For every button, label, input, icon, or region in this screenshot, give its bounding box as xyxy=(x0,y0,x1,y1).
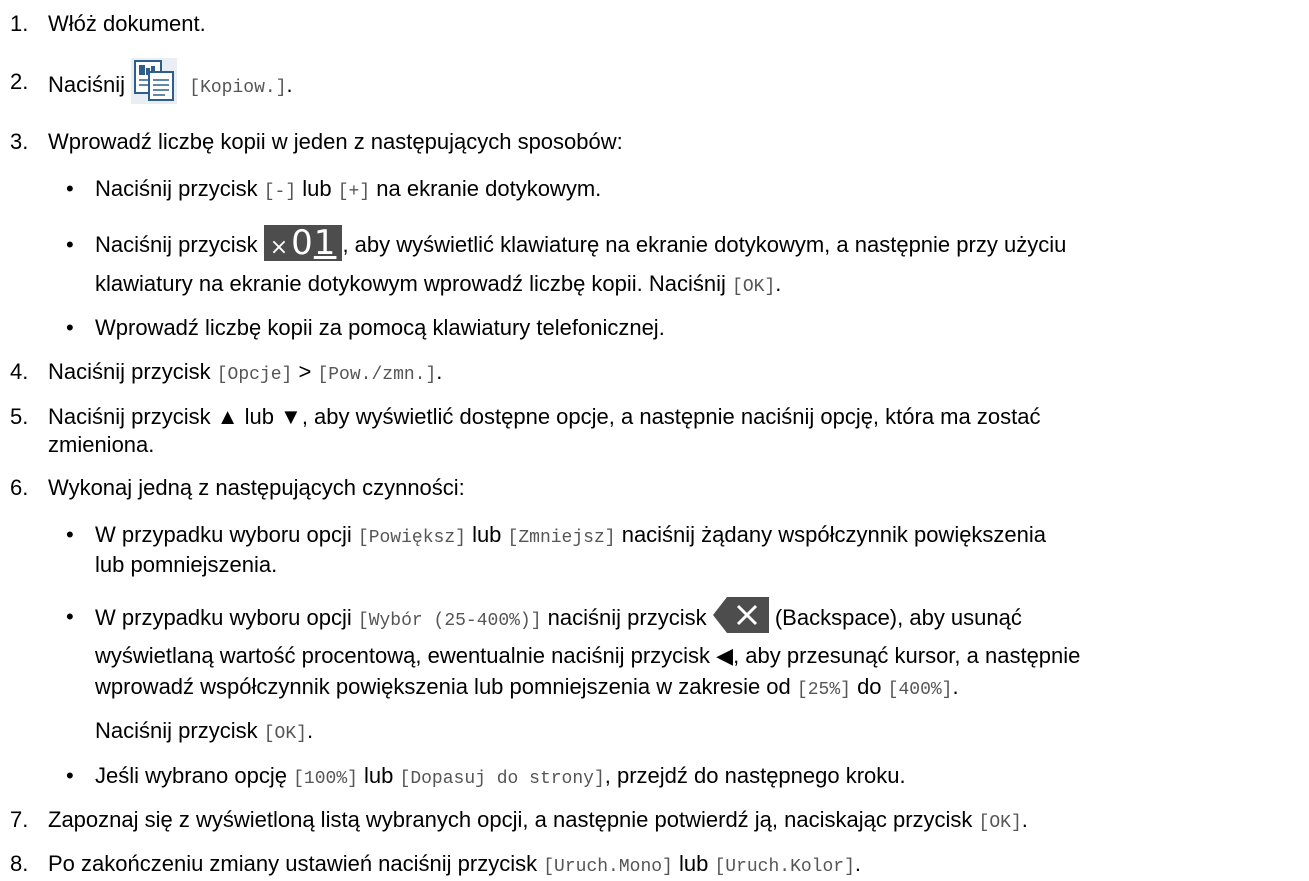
min-ratio-label: [25%] xyxy=(796,680,851,700)
step-text: Zapoznaj się z wyświetloną listą wybrany… xyxy=(48,807,1028,833)
bullet-text: Wprowadź liczbę kopii za pomocą klawiatu… xyxy=(95,315,665,340)
bullet-text-cont: wprowadź współczynnik powiększenia lub p… xyxy=(95,674,959,700)
step-number: 4. xyxy=(10,359,29,384)
enlarge-reduce-label: [Pow./zmn.] xyxy=(317,365,437,385)
step-number: 3. xyxy=(10,129,29,154)
start-color-label: [Uruch.Kolor] xyxy=(714,857,855,877)
copy-count-icon: ×01 xyxy=(263,225,343,262)
step-text: Wykonaj jedną z następujących czynności: xyxy=(48,475,465,500)
options-label: [Opcje] xyxy=(216,365,293,385)
step-text-cont: zmieniona. xyxy=(48,432,155,457)
plus-button-label: [+] xyxy=(337,182,371,202)
enlarge-label: [Powiększ] xyxy=(357,528,466,548)
step-number: 2. xyxy=(10,69,29,94)
bullet-text: Jeśli wybrano opcję [100%] lub [Dopasuj … xyxy=(95,763,906,789)
bullet: • xyxy=(66,604,74,629)
step-text: Po zakończeniu zmiany ustawień naciśnij … xyxy=(48,851,862,877)
bullet-text: W przypadku wyboru opcji [Powiększ] lub … xyxy=(95,522,1047,548)
step-text-pre: Naciśnij xyxy=(48,71,126,97)
copy-label: [Kopiow.] xyxy=(189,77,287,98)
ok-label: [OK] xyxy=(978,813,1022,833)
bullet-text: Naciśnij przycisk ×01, aby wyświetlić kl… xyxy=(95,223,1067,264)
bullet: • xyxy=(66,522,74,547)
step-number: 7. xyxy=(10,807,29,832)
step-text-post: . xyxy=(286,71,293,97)
step-number: 5. xyxy=(10,404,29,429)
ratio-100-label: [100%] xyxy=(293,769,358,789)
backspace-icon xyxy=(712,595,769,635)
reduce-label: [Zmniejsz] xyxy=(507,528,616,548)
bullet-text: W przypadku wyboru opcji [Wybór (25-400%… xyxy=(95,597,1022,635)
bullet-text-cont: lub pomniejszenia. xyxy=(95,552,278,577)
step-number: 8. xyxy=(10,851,29,876)
step-text: Włóż dokument. xyxy=(48,11,206,36)
custom-ratio-label: [Wybór (25-400%)] xyxy=(357,610,542,631)
bullet: • xyxy=(66,763,74,788)
bullet-text: Naciśnij przycisk [-] lub [+] na ekranie… xyxy=(95,176,602,202)
ok-label: [OK] xyxy=(263,724,307,744)
bullet: • xyxy=(66,176,74,201)
minus-button-label: [-] xyxy=(263,182,297,202)
bullet: • xyxy=(66,315,74,340)
step-number: 6. xyxy=(10,475,29,500)
fit-to-page-label: [Dopasuj do strony] xyxy=(399,769,605,789)
step-text: Wprowadź liczbę kopii w jeden z następuj… xyxy=(48,129,623,154)
bullet-text-cont: klawiatury na ekranie dotykowym wprowadź… xyxy=(95,271,782,297)
step-text: Naciśnij przycisk [Opcje] > [Pow./zmn.]. xyxy=(48,359,443,385)
copy-icon xyxy=(131,58,178,104)
ok-label: [OK] xyxy=(732,277,776,297)
step-number: 1. xyxy=(10,11,29,36)
bullet-text-cont: Naciśnij przycisk [OK]. xyxy=(95,718,314,744)
step-text: Naciśnij [Kopiow.]. xyxy=(48,58,293,104)
start-mono-label: [Uruch.Mono] xyxy=(543,857,673,877)
step-text: Naciśnij przycisk ▲ lub ▼, aby wyświetli… xyxy=(48,404,1041,429)
bullet-text-cont: wyświetlaną wartość procentową, ewentual… xyxy=(95,643,1081,668)
bullet: • xyxy=(66,232,74,257)
max-ratio-label: [400%] xyxy=(887,680,953,700)
